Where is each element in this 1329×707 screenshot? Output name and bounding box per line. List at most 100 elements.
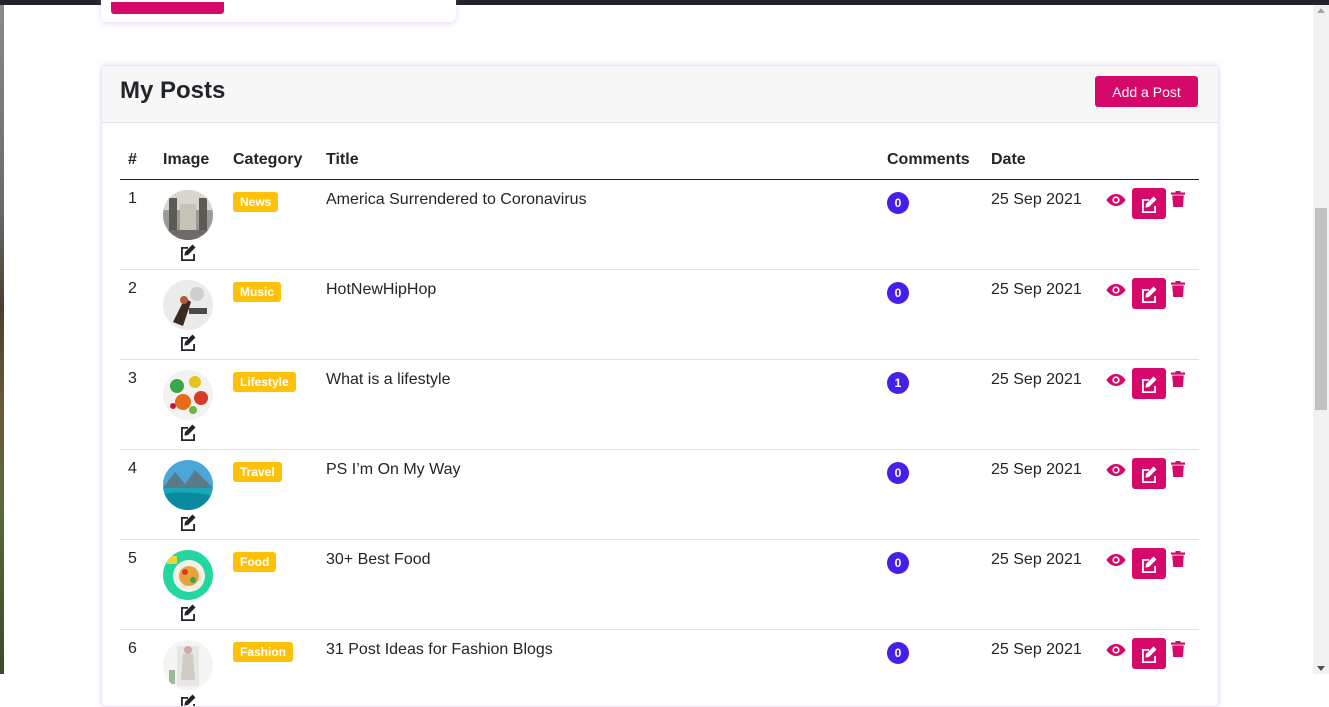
scrollbar-thumb[interactable] bbox=[1315, 208, 1327, 410]
delete-post-trash-icon[interactable] bbox=[1171, 191, 1185, 207]
table-row: 5Food30+ Best Food025 Sep 2021 bbox=[120, 540, 1199, 630]
post-title[interactable]: PS I’m On My Way bbox=[326, 461, 879, 479]
post-title[interactable]: 31 Post Ideas for Fashion Blogs bbox=[326, 641, 879, 659]
edit-image-icon[interactable] bbox=[179, 243, 197, 261]
row-actions-cell bbox=[1098, 450, 1199, 540]
delete-post-trash-icon[interactable] bbox=[1171, 281, 1185, 297]
row-category-cell: Fashion bbox=[225, 630, 318, 707]
post-thumbnail-fruits-photo bbox=[163, 370, 213, 420]
row-actions-cell bbox=[1098, 270, 1199, 360]
row-actions-cell bbox=[1098, 630, 1199, 707]
post-thumbnail-city-street-photo bbox=[163, 190, 213, 240]
previous-card-button[interactable] bbox=[111, 2, 224, 14]
row-comments-cell: 0 bbox=[879, 540, 983, 630]
post-title[interactable]: America Surrendered to Coronavirus bbox=[326, 191, 879, 209]
post-title[interactable]: HotNewHipHop bbox=[326, 281, 879, 299]
row-image-cell bbox=[155, 180, 225, 270]
post-thumbnail-fashion-photo bbox=[163, 640, 213, 690]
scroll-up-arrow-icon[interactable] bbox=[1317, 8, 1325, 13]
table-row: 3LifestyleWhat is a lifestyle125 Sep 202… bbox=[120, 360, 1199, 450]
row-comments-cell: 0 bbox=[879, 450, 983, 540]
table-row: 6 Fashion 31 Post Ideas for Fashion Blogs 0… bbox=[120, 630, 1199, 707]
row-date-cell: 25 Sep 2021 bbox=[983, 360, 1098, 450]
row-title-cell: 30+ Best Food bbox=[318, 540, 879, 630]
posts-table: # Image Category Title Comments Date 1 Ne… bbox=[120, 140, 1199, 707]
view-post-eye-icon[interactable] bbox=[1106, 193, 1126, 207]
delete-post-trash-icon[interactable] bbox=[1171, 371, 1185, 387]
row-category-cell: Travel bbox=[225, 450, 318, 540]
row-image-cell bbox=[155, 450, 225, 540]
edit-post-button[interactable] bbox=[1132, 458, 1166, 489]
edit-post-button[interactable] bbox=[1132, 548, 1166, 579]
row-comments-cell: 0 bbox=[879, 630, 983, 707]
scroll-down-arrow-icon[interactable] bbox=[1317, 666, 1325, 671]
row-date-cell: 25 Sep 2021 bbox=[983, 540, 1098, 630]
post-title[interactable]: What is a lifestyle bbox=[326, 371, 879, 389]
header-image: Image bbox=[155, 140, 225, 180]
view-post-eye-icon[interactable] bbox=[1106, 553, 1126, 567]
row-date-cell: 25 Sep 2021 bbox=[983, 450, 1098, 540]
view-post-eye-icon[interactable] bbox=[1106, 373, 1126, 387]
view-post-eye-icon[interactable] bbox=[1106, 283, 1126, 297]
row-number: 6 bbox=[120, 630, 155, 707]
previous-card bbox=[101, 0, 456, 22]
edit-image-icon[interactable] bbox=[179, 603, 197, 621]
edit-image-icon[interactable] bbox=[179, 513, 197, 531]
row-category-cell: Music bbox=[225, 270, 318, 360]
category-badge[interactable]: Fashion bbox=[233, 642, 293, 662]
row-number: 4 bbox=[120, 450, 155, 540]
category-badge[interactable]: News bbox=[233, 192, 278, 212]
row-title-cell: 31 Post Ideas for Fashion Blogs bbox=[318, 630, 879, 707]
edit-image-icon[interactable] bbox=[179, 333, 197, 351]
comments-count-badge: 0 bbox=[887, 642, 909, 664]
row-comments-cell: 0 bbox=[879, 180, 983, 270]
post-thumbnail-lake-mountains-photo bbox=[163, 460, 213, 510]
delete-post-trash-icon[interactable] bbox=[1171, 461, 1185, 477]
edit-post-button[interactable] bbox=[1132, 188, 1166, 219]
table-header-row: # Image Category Title Comments Date bbox=[120, 140, 1199, 180]
add-post-button[interactable]: Add a Post bbox=[1095, 76, 1198, 107]
comments-count-badge: 0 bbox=[887, 552, 909, 574]
row-actions-cell bbox=[1098, 360, 1199, 450]
row-number: 1 bbox=[120, 180, 155, 270]
post-date: 25 Sep 2021 bbox=[991, 641, 1098, 659]
header-title: Title bbox=[318, 140, 879, 180]
row-category-cell: Food bbox=[225, 540, 318, 630]
post-title[interactable]: 30+ Best Food bbox=[326, 551, 879, 569]
header-actions bbox=[1098, 140, 1199, 180]
category-badge[interactable]: Food bbox=[233, 552, 276, 572]
category-badge[interactable]: Music bbox=[233, 282, 281, 302]
row-image-cell bbox=[155, 270, 225, 360]
table-row: 2MusicHotNewHipHop025 Sep 2021 bbox=[120, 270, 1199, 360]
edit-post-button[interactable] bbox=[1132, 368, 1166, 399]
header-comments: Comments bbox=[879, 140, 983, 180]
edit-post-button[interactable] bbox=[1132, 638, 1166, 669]
row-image-cell bbox=[155, 360, 225, 450]
view-post-eye-icon[interactable] bbox=[1106, 463, 1126, 477]
left-background-strip bbox=[0, 5, 4, 674]
category-badge[interactable]: Lifestyle bbox=[233, 372, 296, 392]
comments-count-badge: 0 bbox=[887, 282, 909, 304]
page-scrollbar[interactable] bbox=[1313, 5, 1329, 674]
post-date: 25 Sep 2021 bbox=[991, 191, 1098, 209]
edit-post-button[interactable] bbox=[1132, 278, 1166, 309]
header-num: # bbox=[120, 140, 155, 180]
edit-image-icon[interactable] bbox=[179, 423, 197, 441]
delete-post-trash-icon[interactable] bbox=[1171, 641, 1185, 657]
row-date-cell: 25 Sep 2021 bbox=[983, 180, 1098, 270]
comments-count-badge: 0 bbox=[887, 462, 909, 484]
row-title-cell: PS I’m On My Way bbox=[318, 450, 879, 540]
row-actions-cell bbox=[1098, 540, 1199, 630]
card-title: My Posts bbox=[120, 77, 225, 105]
table-row: 4 Travel PS I’m On My Way 0 25 Sep 2021 bbox=[120, 450, 1199, 540]
edit-image-icon[interactable] bbox=[179, 693, 197, 707]
comments-count-badge: 1 bbox=[887, 372, 909, 394]
row-date-cell: 25 Sep 2021 bbox=[983, 630, 1098, 707]
row-title-cell: HotNewHipHop bbox=[318, 270, 879, 360]
category-badge[interactable]: Travel bbox=[233, 462, 282, 482]
row-actions-cell bbox=[1098, 180, 1199, 270]
delete-post-trash-icon[interactable] bbox=[1171, 551, 1185, 567]
row-date-cell: 25 Sep 2021 bbox=[983, 270, 1098, 360]
view-post-eye-icon[interactable] bbox=[1106, 643, 1126, 657]
header-date: Date bbox=[983, 140, 1098, 180]
